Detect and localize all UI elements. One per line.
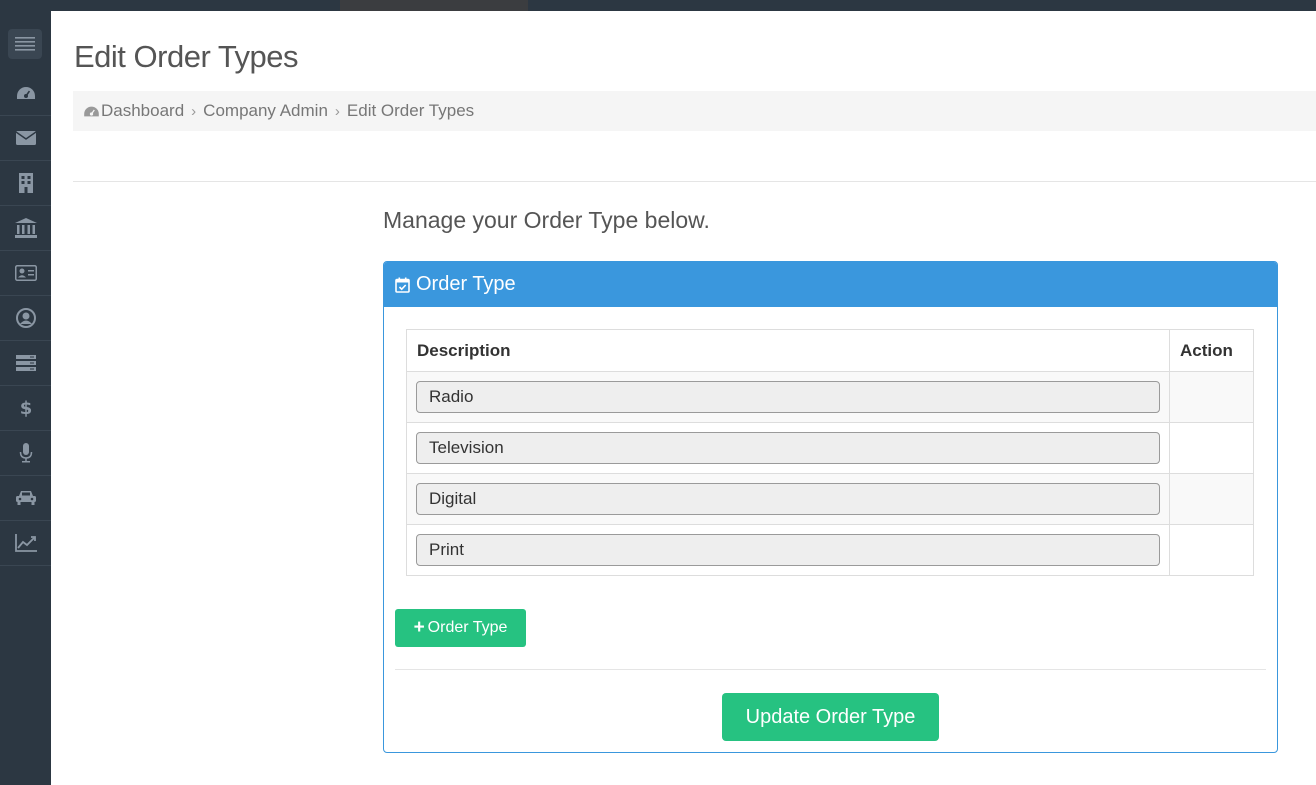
sidebar-item-contacts[interactable] — [0, 251, 51, 296]
breadcrumb-separator: › — [334, 102, 340, 120]
table-row — [406, 371, 1254, 423]
plus-icon: + — [413, 617, 425, 638]
table-row — [406, 473, 1254, 525]
sidebar-item-company[interactable] — [0, 161, 51, 206]
description-cell — [406, 473, 1170, 525]
sidebar-item-servers[interactable] — [0, 341, 51, 386]
sidebar-nav: $ — [0, 71, 51, 566]
page-title: Edit Order Types — [74, 39, 299, 74]
user-circle-icon — [15, 308, 36, 328]
bank-icon — [14, 218, 37, 238]
hamburger-icon — [15, 37, 35, 51]
order-types-table: Description Action — [406, 329, 1254, 576]
server-icon — [15, 355, 36, 371]
envelope-icon — [15, 131, 36, 145]
description-cell — [406, 371, 1170, 423]
table-row — [406, 524, 1254, 576]
top-bar — [0, 0, 1316, 11]
description-input[interactable] — [416, 534, 1160, 566]
sidebar-item-billing[interactable]: $ — [0, 386, 51, 431]
add-order-type-button[interactable]: + Order Type — [395, 609, 526, 647]
dollar-icon: $ — [20, 398, 32, 418]
action-cell — [1169, 422, 1254, 474]
svg-text:$: $ — [20, 398, 32, 418]
sidebar-item-mail[interactable] — [0, 116, 51, 161]
add-order-type-label: Order Type — [427, 619, 508, 636]
sidebar-item-vehicles[interactable] — [0, 476, 51, 521]
sidebar-item-reports[interactable] — [0, 521, 51, 566]
description-input[interactable] — [416, 483, 1160, 515]
action-cell — [1169, 371, 1254, 423]
panel-title: Order Type — [416, 273, 516, 295]
column-header-action: Action — [1169, 329, 1254, 372]
breadcrumb-separator: › — [191, 102, 197, 120]
description-cell — [406, 422, 1170, 474]
sidebar: $ — [0, 11, 51, 785]
car-icon — [15, 491, 36, 505]
microphone-icon — [19, 443, 32, 463]
panel-heading: Order Type — [384, 262, 1277, 307]
table-row — [406, 422, 1254, 474]
divider — [73, 181, 1316, 182]
main-content: Edit Order Types Dashboard › Company Adm… — [51, 11, 1316, 785]
line-chart-icon — [14, 534, 37, 552]
sidebar-item-bank[interactable] — [0, 206, 51, 251]
table-header-row: Description Action — [406, 329, 1254, 372]
breadcrumb-current: Edit Order Types — [346, 101, 475, 120]
action-cell — [1169, 524, 1254, 576]
id-card-icon — [14, 265, 37, 281]
sidebar-item-dashboard[interactable] — [0, 71, 51, 116]
breadcrumb-company-admin-link[interactable]: Company Admin — [203, 101, 328, 121]
order-type-panel: Order Type Description Action Radio Tele… — [383, 261, 1278, 753]
dashboard-icon — [16, 87, 35, 99]
update-order-type-button[interactable]: Update Order Type — [722, 693, 939, 741]
breadcrumb-dashboard-link[interactable]: Dashboard — [101, 101, 184, 121]
menu-toggle-button[interactable] — [8, 29, 42, 59]
description-input[interactable] — [416, 381, 1160, 413]
calendar-check-icon — [395, 277, 410, 293]
action-cell — [1169, 473, 1254, 525]
sidebar-item-users[interactable] — [0, 296, 51, 341]
column-header-description: Description — [406, 329, 1170, 372]
page-subtitle: Manage your Order Type below. — [383, 207, 710, 233]
panel-divider — [395, 669, 1266, 670]
sidebar-item-audio[interactable] — [0, 431, 51, 476]
breadcrumb: Dashboard › Company Admin › Edit Order T… — [73, 91, 1316, 131]
description-cell — [406, 524, 1170, 576]
description-input[interactable] — [416, 432, 1160, 464]
building-icon — [18, 173, 33, 193]
dashboard-icon — [84, 106, 99, 116]
top-bar-active-tab[interactable] — [340, 0, 528, 11]
